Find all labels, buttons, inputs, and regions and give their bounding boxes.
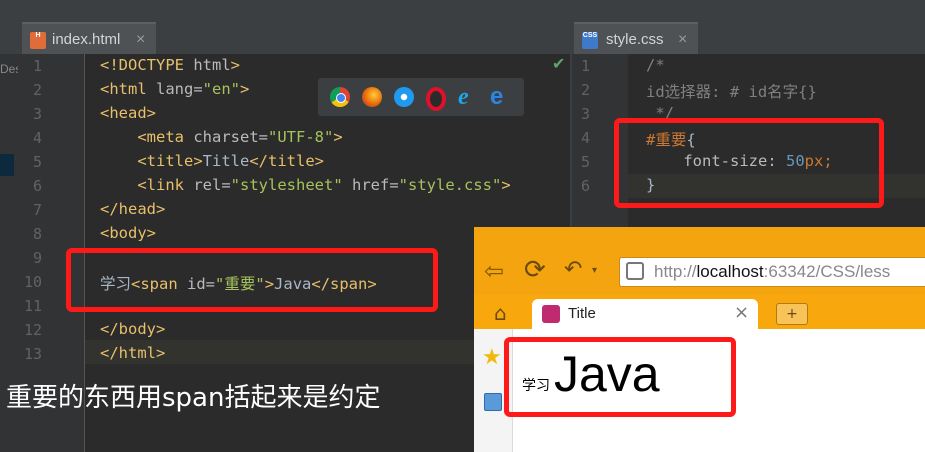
browser-launch-bar: e e <box>318 78 524 116</box>
browser-window: ⇦ ⟳ ↶ ▾ http://localhost:63342/CSS/less … <box>474 227 925 452</box>
url-text: http://localhost:63342/CSS/less <box>654 262 890 282</box>
line-number: 11 <box>23 297 42 315</box>
code-line[interactable]: <link rel="stylesheet" href="style.css"> <box>100 176 510 194</box>
code-line[interactable]: /* <box>646 56 665 74</box>
address-bar[interactable]: http://localhost:63342/CSS/less <box>619 257 925 287</box>
code-line[interactable]: <html lang="en"> <box>100 80 249 98</box>
chevron-down-icon[interactable]: ▾ <box>592 265 597 276</box>
close-icon[interactable]: × <box>734 302 749 323</box>
tab-style-css[interactable]: CSS style.css × <box>574 22 698 54</box>
new-tab-button[interactable]: + <box>776 303 808 325</box>
line-number: 6 <box>580 177 590 195</box>
line-number: 5 <box>32 153 42 171</box>
close-icon[interactable]: × <box>678 24 687 56</box>
line-number: 9 <box>32 249 42 267</box>
url-host: localhost <box>696 262 764 281</box>
html-file-icon: H <box>30 32 46 49</box>
line-number: 13 <box>23 345 42 363</box>
line-number: 8 <box>32 225 42 243</box>
code-line[interactable]: <!DOCTYPE html> <box>100 56 240 74</box>
reload-icon[interactable]: ⟳ <box>524 255 546 285</box>
close-icon[interactable]: × <box>136 24 145 56</box>
browser-tab-label: Title <box>568 305 596 322</box>
url-scheme: http:// <box>654 262 697 281</box>
opera-icon[interactable] <box>426 87 446 111</box>
line-number: 4 <box>32 129 42 147</box>
back-arrow-icon[interactable]: ⇦ <box>484 257 504 285</box>
browser-tab-title[interactable]: Title × <box>532 299 758 331</box>
highlight-span-line <box>66 248 438 312</box>
css-file-icon: CSS <box>582 32 598 49</box>
tab-label: style.css <box>606 31 664 48</box>
code-line[interactable]: <title>Title</title> <box>100 152 324 170</box>
chrome-icon[interactable] <box>330 87 350 107</box>
highlight-css-rule <box>614 118 884 208</box>
code-line[interactable]: <head> <box>100 104 156 122</box>
safari-icon[interactable] <box>394 87 414 107</box>
line-number: 2 <box>32 81 42 99</box>
tab-index-html[interactable]: H index.html × <box>22 22 156 54</box>
code-line[interactable]: </html> <box>100 344 165 362</box>
check-icon: ✔ <box>552 54 566 73</box>
edge-icon[interactable]: e <box>490 85 510 109</box>
code-line[interactable]: </head> <box>100 200 165 218</box>
line-number: 6 <box>32 177 42 195</box>
code-line[interactable]: id选择器: # id名字{} <box>646 80 817 102</box>
line-number: 12 <box>23 321 42 339</box>
undo-icon[interactable]: ↶ <box>564 257 582 282</box>
line-number: 2 <box>580 81 590 99</box>
bookmark-panel-icon[interactable] <box>484 393 502 411</box>
line-number: 3 <box>580 105 590 123</box>
line-number: 10 <box>23 273 42 291</box>
home-icon[interactable]: ⌂ <box>494 301 507 325</box>
url-path: :63342/CSS/less <box>763 262 891 281</box>
internet-explorer-icon[interactable]: e <box>458 85 478 109</box>
line-number: 4 <box>580 129 590 147</box>
line-number: 1 <box>580 57 590 75</box>
star-icon[interactable]: ★ <box>482 345 502 370</box>
line-number: 1 <box>32 57 42 75</box>
firefox-icon[interactable] <box>362 87 382 107</box>
code-line[interactable]: <meta charset="UTF-8"> <box>100 128 342 146</box>
highlight-page-output <box>504 337 736 417</box>
code-line[interactable]: </body> <box>100 320 165 338</box>
tab-label: index.html <box>52 31 121 48</box>
code-line[interactable]: <body> <box>100 224 156 242</box>
jetbrains-favicon-icon <box>542 305 560 323</box>
line-number: 7 <box>32 201 42 219</box>
selected-row <box>0 154 14 176</box>
shield-icon <box>626 262 644 280</box>
line-number: 5 <box>580 153 590 171</box>
video-caption: 重要的东西用span括起来是约定 <box>6 383 381 413</box>
line-number: 3 <box>32 105 42 123</box>
